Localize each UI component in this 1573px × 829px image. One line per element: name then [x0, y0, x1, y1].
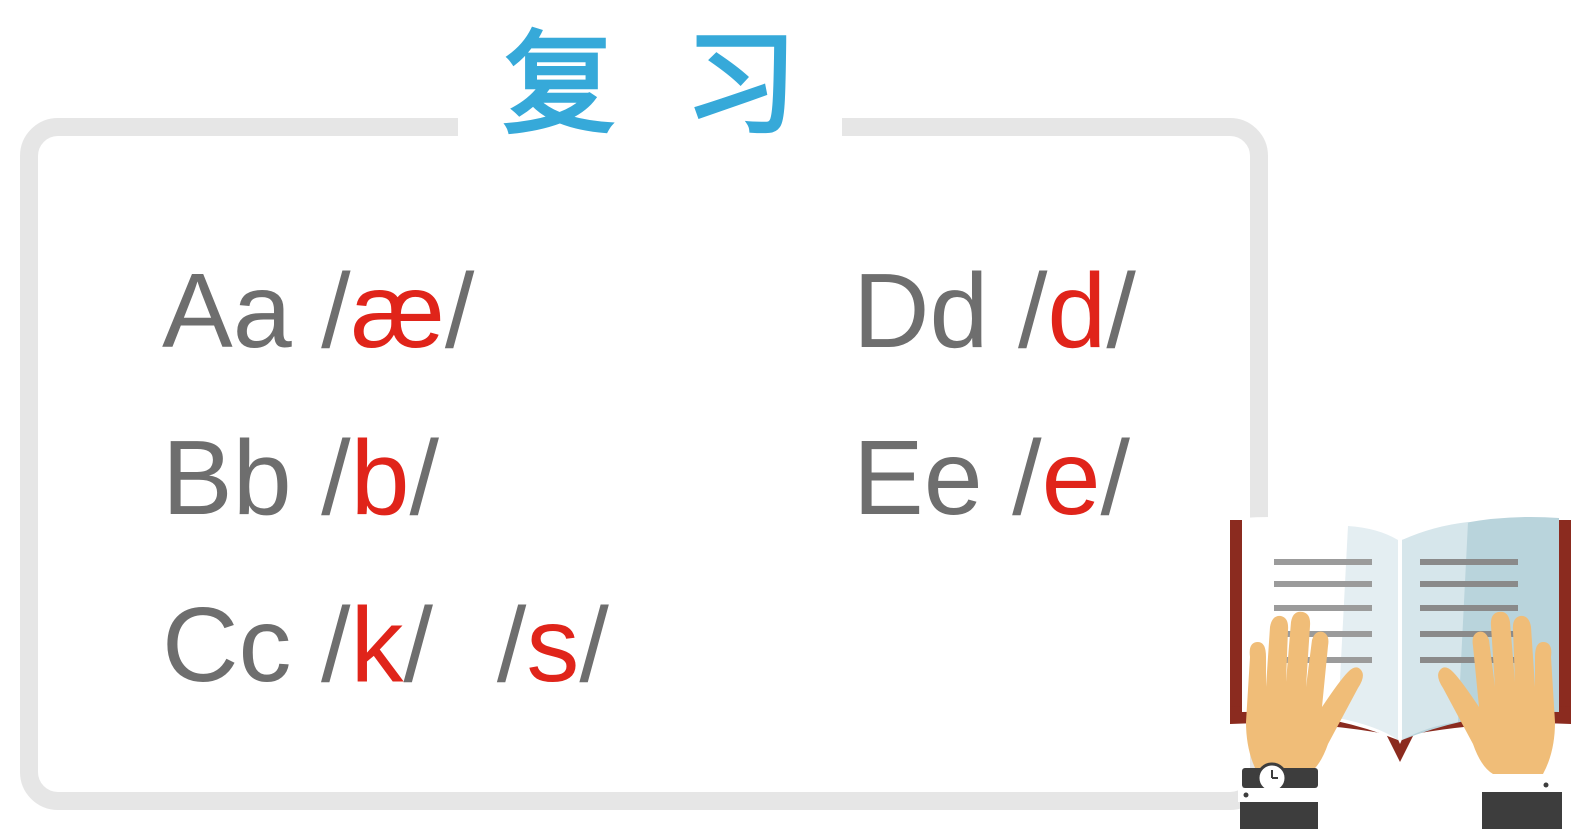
- title-char-2: 习: [685, 20, 797, 150]
- letter-entry-dd: Dd /d/: [853, 258, 1136, 364]
- phoneme: æ: [350, 252, 445, 370]
- phoneme: e: [1041, 419, 1101, 537]
- slash: /: [409, 419, 439, 537]
- letter-label: Ee: [853, 419, 983, 537]
- slash: /: [321, 252, 351, 370]
- slash: /: [579, 586, 609, 704]
- slash: /: [1100, 419, 1130, 537]
- letter-entry-cc: Cc /k//s/: [162, 592, 609, 698]
- title-char-1: 复: [503, 20, 615, 150]
- slide: 复 习 Aa /æ/ Bb /b/ Cc /k//s/ Dd /d/ Ee /e…: [0, 0, 1573, 829]
- slash: /: [1012, 419, 1042, 537]
- slash: /: [403, 586, 433, 704]
- phoneme: d: [1047, 252, 1107, 370]
- letter-label: Bb: [162, 419, 292, 537]
- slash: /: [1017, 252, 1048, 370]
- letter-label: Dd: [853, 252, 989, 370]
- phoneme: k: [350, 586, 404, 704]
- slide-title: 复 习: [458, 20, 842, 150]
- letter-entry-aa: Aa /æ/: [162, 258, 474, 364]
- letter-label: Aa: [162, 252, 292, 370]
- letter-label: Cc: [162, 586, 292, 704]
- letter-entry-ee: Ee /e/: [853, 425, 1130, 531]
- phoneme: b: [350, 419, 410, 537]
- slash: /: [321, 419, 351, 537]
- slash: /: [1106, 252, 1136, 370]
- phoneme: s: [526, 586, 580, 704]
- slash: /: [444, 252, 475, 370]
- slash: /: [496, 586, 527, 704]
- open-book-icon: [1230, 516, 1571, 829]
- letter-entry-bb: Bb /b/: [162, 425, 439, 531]
- slash: /: [321, 586, 351, 704]
